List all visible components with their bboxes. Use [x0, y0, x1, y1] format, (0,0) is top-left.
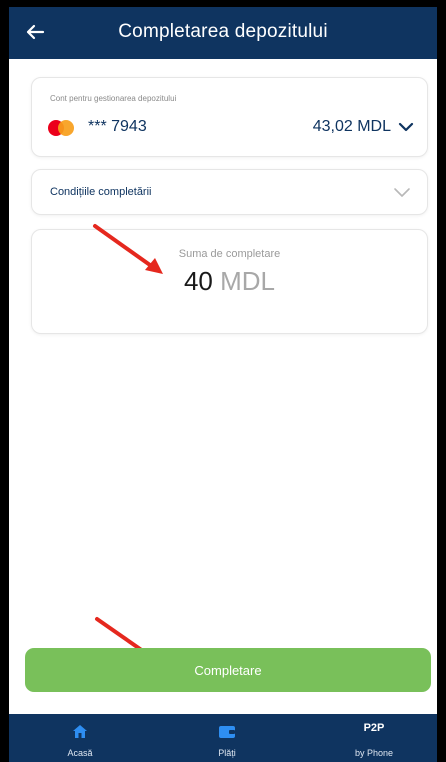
account-number: *** 7943 — [88, 118, 147, 135]
account-balance: 43,02 MDL — [312, 118, 391, 135]
chevron-down-icon — [394, 188, 410, 197]
nav-item-p2p[interactable]: P2P by Phone — [314, 714, 434, 762]
app-header: Completarea depozitului — [9, 7, 437, 59]
account-selector[interactable]: Cont pentru gestionarea depozitului *** … — [31, 77, 428, 157]
phone-screen: Completarea depozitului Cont pentru gest… — [9, 7, 437, 762]
p2p-label: P2P — [363, 722, 385, 734]
conditions-label: Condițiile completării — [50, 186, 152, 198]
page-title: Completarea depozitului — [118, 21, 328, 42]
nav-item-home[interactable]: Acasă — [20, 714, 140, 762]
amount-number: 40 — [183, 266, 213, 296]
nav-item-payments[interactable]: Plăți — [167, 714, 287, 762]
home-icon — [73, 725, 87, 738]
chevron-down-icon[interactable] — [397, 118, 415, 136]
account-label: Cont pentru gestionarea depozitului — [50, 94, 177, 103]
conditions-dropdown[interactable]: Condițiile completării — [31, 169, 428, 215]
bottom-nav: Acasă Plăți P2P by Phone — [9, 714, 437, 762]
annotation-arrow-icon — [93, 224, 163, 274]
wallet-icon — [219, 726, 235, 738]
submit-button[interactable]: Completare — [25, 648, 431, 692]
nav-label-home: Acasă — [67, 748, 93, 758]
nav-label-p2p: by Phone — [354, 748, 394, 758]
amount-currency: MDL — [220, 266, 276, 296]
mastercard-icon — [48, 120, 76, 136]
nav-label-payments: Plăți — [218, 748, 236, 758]
